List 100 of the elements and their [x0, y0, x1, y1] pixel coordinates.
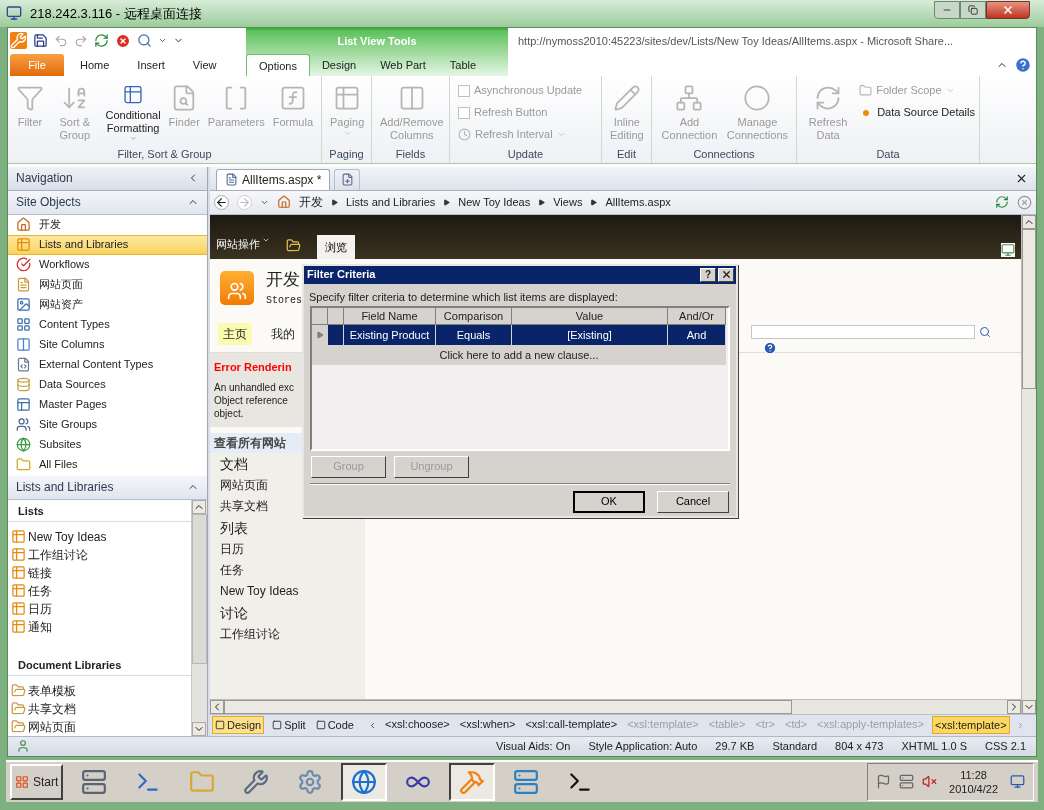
column-header[interactable]: Comparison: [436, 307, 512, 325]
page-tab[interactable]: 浏览: [317, 234, 355, 259]
column-header[interactable]: And/Or: [668, 307, 726, 325]
ribbon-tab[interactable]: Web Part: [368, 53, 438, 76]
nav-item[interactable]: External Content Types: [8, 354, 207, 375]
folder-up-icon[interactable]: [286, 237, 301, 253]
nav-item[interactable]: Master Pages: [8, 394, 207, 415]
scroll-thumb[interactable]: [1022, 228, 1036, 389]
scroll-left-icon[interactable]: [210, 699, 224, 714]
nav-item[interactable]: 网站页面: [8, 274, 207, 295]
breadcrumb-link[interactable]: Lists and Libraries: [346, 193, 436, 211]
quick-launch-link[interactable]: 工作组讨论: [210, 623, 365, 645]
dialog-button[interactable]: OK: [573, 490, 645, 513]
nav-item[interactable]: 网站资产: [8, 294, 207, 315]
folder-icon: [859, 84, 873, 98]
save-icon[interactable]: [33, 33, 48, 49]
breadcrumb-link[interactable]: 开发: [299, 193, 323, 212]
top-nav-link[interactable]: 我的: [266, 323, 300, 346]
list-item[interactable]: 工作组讨论: [11, 545, 191, 564]
start-button[interactable]: Start: [10, 763, 64, 800]
ribbon-tab[interactable]: Home: [68, 53, 122, 76]
undo-icon[interactable]: [54, 33, 68, 48]
minimize-button[interactable]: [934, 1, 960, 20]
nav-item[interactable]: 开发: [8, 214, 207, 235]
nav-item[interactable]: Data Sources: [8, 374, 207, 395]
restore-button[interactable]: [960, 1, 986, 20]
house-icon: [277, 195, 291, 210]
ribbon-tab[interactable]: Options: [246, 53, 310, 76]
refresh-icon[interactable]: [94, 33, 109, 49]
quick-launch-link[interactable]: New Toy Ideas: [210, 580, 365, 602]
taskbar-button[interactable]: [341, 762, 388, 801]
breadcrumb-link[interactable]: Views: [553, 193, 583, 211]
nav-item[interactable]: All Files: [8, 454, 207, 475]
show-desktop-icon[interactable]: [1010, 774, 1025, 790]
top-nav-link[interactable]: 主页: [218, 323, 252, 346]
add-clause-row[interactable]: Click here to add a new clause...: [312, 344, 726, 365]
tag-path-item[interactable]: <xsl:when>: [457, 716, 518, 735]
search-icon[interactable]: [979, 326, 991, 339]
search-field[interactable]: [751, 325, 975, 340]
list-item[interactable]: 表单模板: [11, 681, 191, 700]
tag-path-item[interactable]: <xsl:template>: [932, 716, 1010, 735]
list-item[interactable]: 网站页面: [11, 717, 191, 736]
quick-launch-link[interactable]: 讨论: [210, 601, 365, 624]
column-header[interactable]: Field Name: [344, 307, 436, 325]
quick-launch-link[interactable]: 列表: [210, 516, 365, 539]
list-item[interactable]: 链接: [11, 563, 191, 582]
back-icon[interactable]: [214, 194, 229, 210]
nav-item[interactable]: Content Types: [8, 314, 207, 335]
breadcrumb-link[interactable]: New Toy Ideas: [458, 193, 531, 211]
ribbon-button[interactable]: Conditional Formatting: [101, 79, 165, 142]
ribbon-tab[interactable]: Insert: [125, 53, 177, 76]
flag-icon[interactable]: [876, 774, 892, 790]
scroll-thumb[interactable]: [224, 699, 792, 714]
scroll-down-icon[interactable]: [1022, 699, 1036, 714]
taskbar-button[interactable]: [449, 762, 496, 801]
table-cell: Equals: [436, 324, 512, 345]
site-actions-menu[interactable]: 网站操作: [216, 236, 270, 253]
volume-muted-icon[interactable]: [922, 774, 938, 790]
quick-launch-link[interactable]: 日历: [210, 538, 365, 560]
refresh-icon[interactable]: [995, 195, 1009, 210]
document-tab[interactable]: AllItems.aspx *: [216, 168, 331, 190]
tag-path-item[interactable]: <xsl:choose>: [382, 716, 452, 735]
tag-path-item[interactable]: <xsl:call-template>: [523, 716, 620, 735]
help-icon[interactable]: [763, 341, 777, 356]
new-tab-button[interactable]: [334, 168, 361, 190]
help-button[interactable]: ?: [700, 267, 716, 282]
editor-mode-tab[interactable]: Split: [270, 716, 308, 735]
section-header[interactable]: Lists and Libraries: [8, 475, 207, 500]
nav-item[interactable]: Site Columns: [8, 334, 207, 355]
scroll-right-icon[interactable]: [1007, 699, 1021, 714]
list-item[interactable]: 通知: [11, 617, 191, 636]
column-header[interactable]: Value: [512, 307, 668, 325]
ribbon-tab[interactable]: View: [180, 53, 229, 76]
editor-mode-tab[interactable]: Design: [212, 716, 265, 735]
section-header[interactable]: Site Objects: [8, 190, 207, 215]
ribbon-button[interactable]: Data Source Details: [859, 101, 975, 124]
breadcrumb-link[interactable]: AllItems.aspx: [605, 193, 671, 211]
scroll-thumb[interactable]: [192, 513, 207, 664]
editor-mode-tab[interactable]: Code: [313, 716, 356, 735]
error-text: Object reference: [214, 394, 289, 408]
help-icon[interactable]: [1014, 55, 1032, 74]
nav-item[interactable]: Site Groups: [8, 414, 207, 435]
quick-launch-link[interactable]: 任务: [210, 559, 365, 581]
close-icon: [1002, 4, 1014, 17]
status-item: Style Application: Auto: [588, 738, 698, 754]
list-item[interactable]: 日历: [11, 599, 191, 618]
ribbon-tab[interactable]: Table: [437, 53, 489, 76]
stop-icon[interactable]: [1017, 194, 1032, 210]
list-item[interactable]: New Toy Ideas: [11, 527, 191, 546]
list-item[interactable]: 共享文档: [11, 699, 191, 718]
redo-icon[interactable]: [74, 33, 88, 48]
ribbon-tab[interactable]: Design: [309, 53, 369, 76]
nav-item[interactable]: Subsites: [8, 434, 207, 455]
list-item[interactable]: 任务: [11, 581, 191, 600]
dialog-button[interactable]: Cancel: [657, 490, 729, 513]
nav-item[interactable]: Workflows: [8, 254, 207, 275]
group-label: Connections: [692, 146, 756, 162]
scroll-down-icon[interactable]: [192, 721, 206, 736]
nav-item[interactable]: Lists and Libraries: [8, 234, 207, 255]
clause-row[interactable]: Existing Product Equals [Existing] And: [312, 324, 728, 345]
